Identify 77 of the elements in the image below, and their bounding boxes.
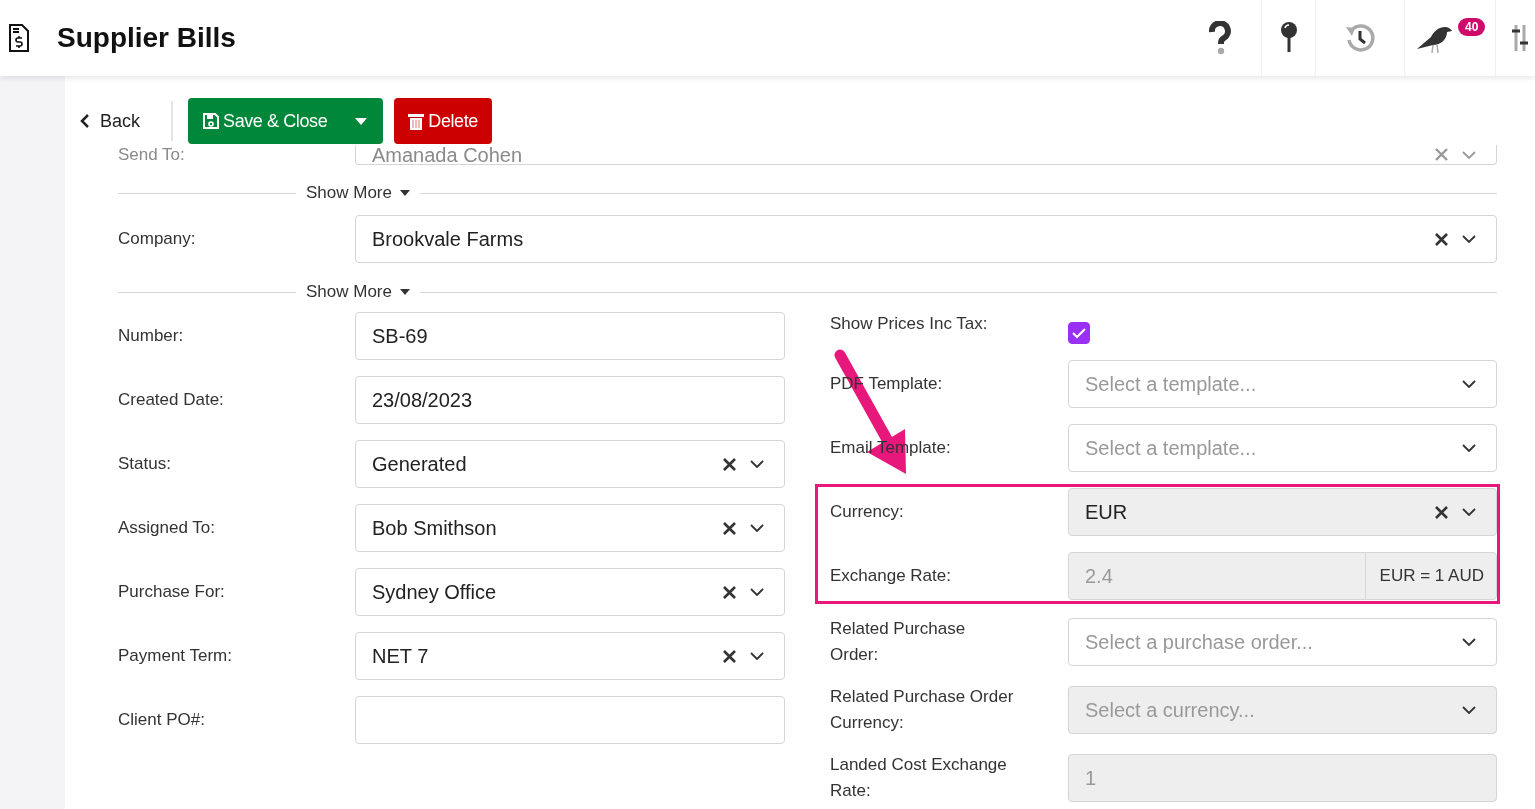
field-label: Send To:	[118, 145, 186, 165]
save-options-button[interactable]	[339, 98, 384, 144]
rate-addon: EUR = 1 AUD	[1364, 553, 1496, 599]
chevron-down-icon	[1462, 638, 1476, 646]
select-field[interactable]: Bob Smithson	[355, 504, 785, 552]
field-label: Related Purchase Order:	[830, 618, 967, 666]
field-label: Landed Cost Exchange Rate:	[830, 754, 1008, 802]
field-value: 2.4	[1084, 564, 1114, 588]
chevron-down-icon	[1462, 508, 1476, 516]
chevron-left-icon	[80, 114, 90, 128]
input-field[interactable]	[355, 696, 785, 744]
clear-icon[interactable]	[723, 585, 736, 599]
chevron-down-icon	[1462, 150, 1476, 159]
placeholder-text: Select a template...	[1085, 372, 1258, 396]
field-label: Currency:	[830, 501, 905, 523]
chevron-down-icon	[750, 652, 764, 660]
field-label: Related Purchase Order Currency:	[830, 686, 1015, 734]
check-icon	[1072, 327, 1086, 339]
field-label: Created Date:	[118, 389, 225, 411]
field-value: Sydney Office	[372, 580, 498, 604]
select-field[interactable]: Sydney Office	[355, 568, 785, 616]
caret-icon	[400, 190, 410, 196]
field-label: Number:	[118, 325, 185, 347]
chevron-down-icon	[750, 588, 764, 596]
notification-badge: 40	[1458, 18, 1486, 36]
input-field[interactable]: 23/08/2023	[355, 376, 785, 424]
company-select[interactable]: Brookvale Farms	[355, 215, 1497, 263]
placeholder-text: Select a template...	[1085, 436, 1258, 460]
field-value: SB-69	[372, 324, 429, 348]
field-value: Amanada Cohen	[372, 144, 524, 165]
back-button[interactable]: Back	[80, 110, 141, 132]
placeholder-text: Select a currency...	[1085, 698, 1256, 722]
dollar-document-icon	[8, 24, 30, 52]
field-label: Status:	[118, 453, 172, 475]
field-value: Bob Smithson	[372, 516, 498, 540]
field-label: Exchange Rate:	[830, 565, 952, 587]
trash-icon	[408, 112, 425, 130]
field-value: 1	[1085, 766, 1098, 790]
help-button[interactable]	[1179, 0, 1261, 76]
field-value: NET 7	[372, 644, 430, 668]
chevron-down-icon	[1462, 380, 1476, 388]
send-to-select[interactable]: Amanada Cohen	[355, 145, 1497, 165]
checkbox[interactable]	[1068, 322, 1090, 344]
field-value: 23/08/2023	[372, 388, 474, 412]
input-field[interactable]: SB-69	[355, 312, 785, 360]
settings-button[interactable]	[1495, 0, 1535, 76]
pin-button[interactable]	[1261, 0, 1315, 76]
field-label: Payment Term:	[118, 645, 233, 667]
chevron-down-icon	[750, 460, 764, 468]
chevron-down-icon	[1462, 706, 1476, 714]
notifications-button[interactable]: 40	[1404, 0, 1495, 76]
field-value: Generated	[372, 452, 468, 476]
save-close-button[interactable]: Save & Close	[188, 98, 340, 144]
clear-icon[interactable]	[723, 649, 736, 663]
delete-button[interactable]: Delete	[394, 98, 492, 144]
page-title: Supplier Bills	[57, 22, 236, 54]
caret-icon	[355, 117, 368, 125]
field-label: Purchase For:	[118, 581, 226, 603]
chevron-down-icon	[1462, 444, 1476, 452]
clear-icon[interactable]	[1435, 232, 1448, 246]
clear-icon[interactable]	[723, 521, 736, 535]
clear-icon[interactable]	[723, 457, 736, 471]
select-field[interactable]: Generated	[355, 440, 785, 488]
field-label: Company:	[118, 228, 197, 250]
pin-icon	[1278, 21, 1299, 55]
select-field[interactable]: NET 7	[355, 632, 785, 680]
field-value: EUR	[1085, 500, 1129, 524]
caret-icon	[400, 289, 410, 295]
field-label: Assigned To:	[118, 517, 217, 539]
chevron-down-icon	[750, 524, 764, 532]
question-mark-icon	[1207, 21, 1233, 55]
field-label: Show Prices Inc Tax:	[830, 313, 989, 335]
field-label: Client PO#:	[118, 709, 206, 731]
history-icon	[1344, 22, 1376, 54]
field-value: Brookvale Farms	[372, 227, 525, 251]
placeholder-text: Select a purchase order...	[1085, 630, 1314, 654]
chevron-down-icon	[1462, 235, 1476, 243]
